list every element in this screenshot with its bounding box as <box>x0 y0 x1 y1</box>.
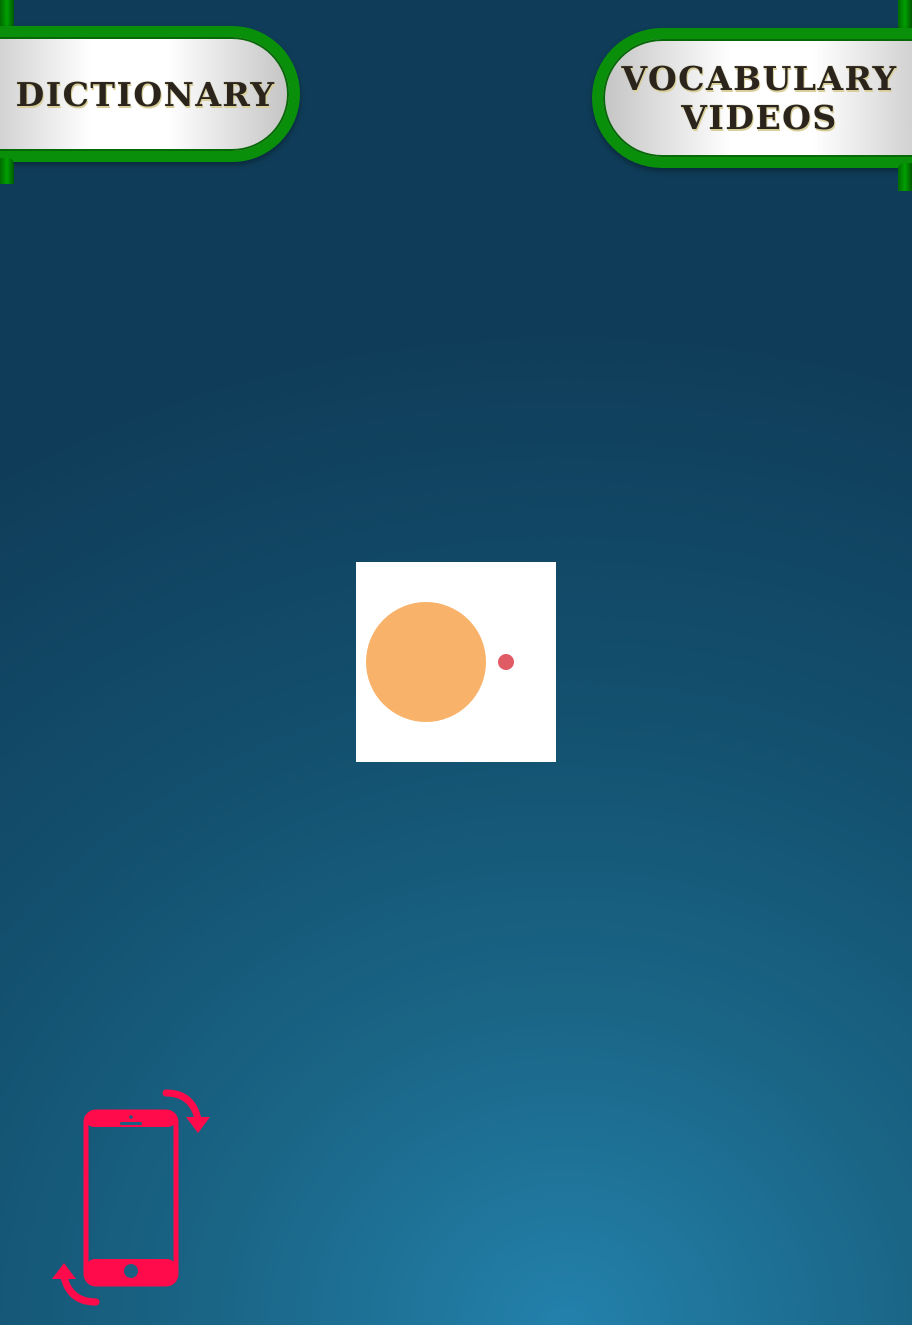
ribbon-fold-bottom <box>0 158 14 184</box>
rotate-arrowhead-bottom <box>52 1263 76 1279</box>
vocabulary-videos-label-line1: VOCABULARY <box>621 59 898 98</box>
rotate-arrowhead-top <box>186 1117 210 1133</box>
rotate-device-icon <box>52 1089 210 1306</box>
vocabulary-videos-button[interactable]: VOCABULARY VIDEOS <box>592 0 912 195</box>
vocabulary-videos-label-line2: VIDEOS <box>681 98 838 137</box>
phone-camera <box>129 1115 133 1119</box>
phone-speaker <box>120 1122 142 1125</box>
vocabulary-videos-button-body[interactable]: VOCABULARY VIDEOS <box>592 28 912 168</box>
dictionary-button-label: DICTIONARY <box>15 74 276 114</box>
dictionary-button-body[interactable]: DICTIONARY <box>0 26 300 162</box>
dictionary-button[interactable]: DICTIONARY <box>0 0 300 190</box>
loader-small-dot <box>498 654 514 670</box>
vocabulary-videos-button-label: VOCABULARY VIDEOS <box>621 59 912 137</box>
ribbon-fold-bottom <box>898 163 912 191</box>
loading-indicator <box>356 562 556 762</box>
loader-large-dot <box>366 602 486 722</box>
phone-outline <box>83 1109 179 1287</box>
phone-home-button <box>124 1264 138 1278</box>
